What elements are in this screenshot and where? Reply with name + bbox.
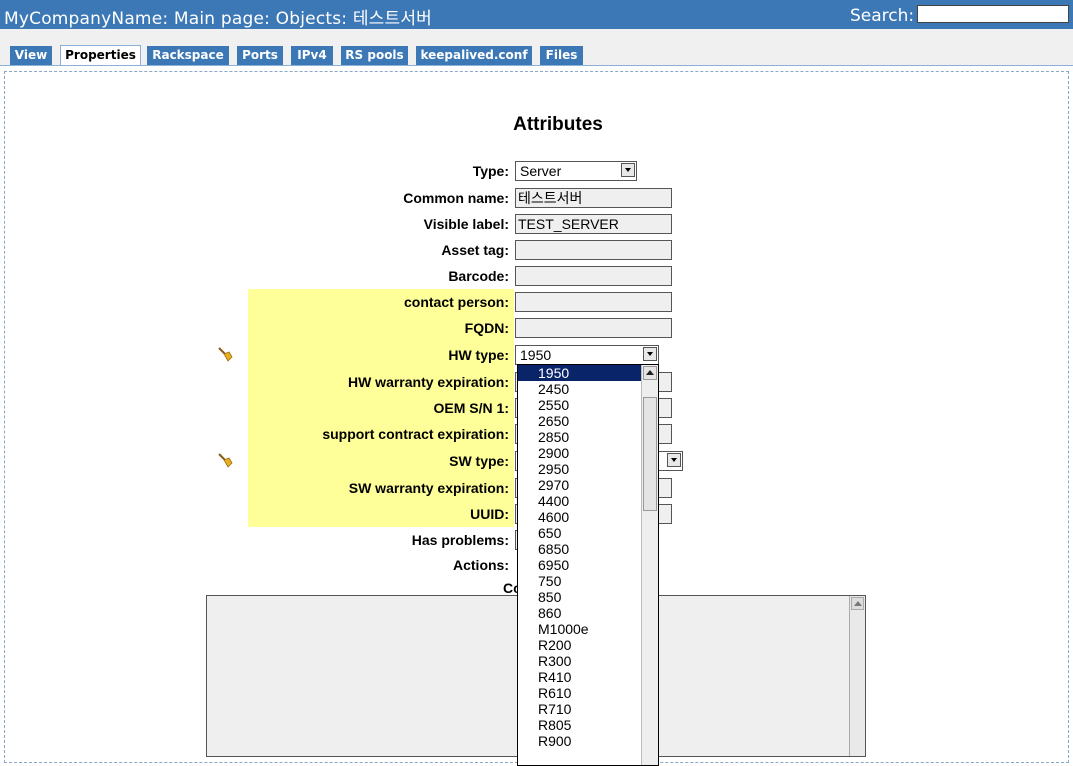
dropdown-option[interactable]: R200 xyxy=(518,637,642,653)
tab-underline xyxy=(0,65,1073,66)
dropdown-option[interactable]: 6950 xyxy=(518,557,642,573)
visible-label-label: Visible label: xyxy=(423,216,509,232)
oem-sn-label: OEM S/N 1: xyxy=(433,400,509,416)
dropdown-option[interactable]: 4400 xyxy=(518,493,642,509)
actions-label: Actions: xyxy=(453,557,509,573)
tab-ipv4[interactable]: IPv4 xyxy=(291,46,333,65)
dropdown-option[interactable]: 1950 xyxy=(518,365,642,381)
dropdown-option[interactable]: R610 xyxy=(518,685,642,701)
tab-rs-pools[interactable]: RS pools xyxy=(341,46,408,65)
search-label: Search: xyxy=(850,6,915,26)
sw-warranty-label: SW warranty expiration: xyxy=(348,480,509,496)
common-name-field[interactable]: 테스트서버 xyxy=(515,188,672,208)
hw-type-select-value: 1950 xyxy=(520,347,552,363)
dropdown-option[interactable]: 4600 xyxy=(518,509,642,525)
tab-keepalived-conf[interactable]: keepalived.conf xyxy=(416,46,532,65)
dropdown-option[interactable]: 2850 xyxy=(518,429,642,445)
chevron-down-icon xyxy=(643,347,657,361)
scroll-up-icon[interactable] xyxy=(851,597,864,610)
barcode-label: Barcode: xyxy=(448,268,509,284)
type-label: Type: xyxy=(472,163,509,179)
fqdn-label: FQDN: xyxy=(464,320,509,336)
dropdown-options: 1950 2450 2550 2650 2850 2900 2950 2970 4400 4600… xyxy=(518,365,642,749)
common-name-label: Common name: xyxy=(403,190,509,206)
dropdown-option[interactable]: 860 xyxy=(518,605,642,621)
dropdown-option[interactable]: 6850 xyxy=(518,541,642,557)
attributes-heading: Attributes xyxy=(513,114,603,135)
top-bar: MyCompanyName: Main page: Objects: 테스트서버… xyxy=(0,0,1073,29)
dropdown-option[interactable]: R410 xyxy=(518,669,642,685)
tab-rackspace[interactable]: Rackspace xyxy=(147,46,229,65)
sw-type-label: SW type: xyxy=(449,453,509,469)
scroll-up-icon[interactable] xyxy=(643,366,657,380)
barcode-field[interactable] xyxy=(515,266,672,286)
tab-ports[interactable]: Ports xyxy=(237,46,283,65)
contact-person-label: contact person: xyxy=(403,294,509,310)
dropdown-option[interactable]: M1000e xyxy=(518,621,642,637)
tab-view[interactable]: View xyxy=(10,46,52,65)
uuid-label: UUID: xyxy=(470,506,509,522)
asset-tag-label: Asset tag: xyxy=(441,242,509,258)
dropdown-option[interactable]: 750 xyxy=(518,573,642,589)
dropdown-option[interactable]: R710 xyxy=(518,701,642,717)
dropdown-option[interactable]: R805 xyxy=(518,717,642,733)
dropdown-option[interactable]: 2950 xyxy=(518,461,642,477)
hw-type-select[interactable]: 1950 xyxy=(515,345,659,365)
fqdn-field[interactable] xyxy=(515,318,672,338)
tab-properties[interactable]: Properties xyxy=(60,45,141,66)
dropdown-option[interactable]: 2450 xyxy=(518,381,642,397)
dropdown-scrollbar[interactable] xyxy=(641,365,658,765)
dropdown-option[interactable]: 2550 xyxy=(518,397,642,413)
dropdown-option[interactable]: R900 xyxy=(518,733,642,749)
hw-warranty-label: HW warranty expiration: xyxy=(347,374,509,390)
hw-type-dropdown-list[interactable]: 1950 2450 2550 2650 2850 2900 2950 2970 4400 4600… xyxy=(517,364,659,766)
chevron-down-icon xyxy=(667,453,681,467)
dropdown-option[interactable]: 2970 xyxy=(518,477,642,493)
asset-tag-field[interactable] xyxy=(515,240,672,260)
type-select[interactable]: Server xyxy=(515,161,637,181)
chevron-down-icon xyxy=(621,163,635,177)
support-contract-label: support contract expiration: xyxy=(322,426,509,442)
page-title: MyCompanyName: Main page: Objects: 테스트서버 xyxy=(4,9,433,29)
type-select-value: Server xyxy=(520,163,562,179)
has-problems-label: Has problems: xyxy=(411,532,509,548)
dropdown-option[interactable]: 2650 xyxy=(518,413,642,429)
hw-type-label: HW type: xyxy=(448,347,509,363)
dropdown-option[interactable]: R300 xyxy=(518,653,642,669)
scroll-thumb[interactable] xyxy=(643,397,657,511)
search-input[interactable] xyxy=(917,5,1069,23)
contact-person-field[interactable] xyxy=(515,292,672,312)
dropdown-option[interactable]: 850 xyxy=(518,589,642,605)
visible-label-field[interactable]: TEST_SERVER xyxy=(515,214,672,234)
tab-files[interactable]: Files xyxy=(540,46,583,65)
dropdown-option[interactable]: 650 xyxy=(518,525,642,541)
dropdown-option[interactable]: 2900 xyxy=(518,445,642,461)
comment-scrollbar[interactable] xyxy=(849,596,865,756)
